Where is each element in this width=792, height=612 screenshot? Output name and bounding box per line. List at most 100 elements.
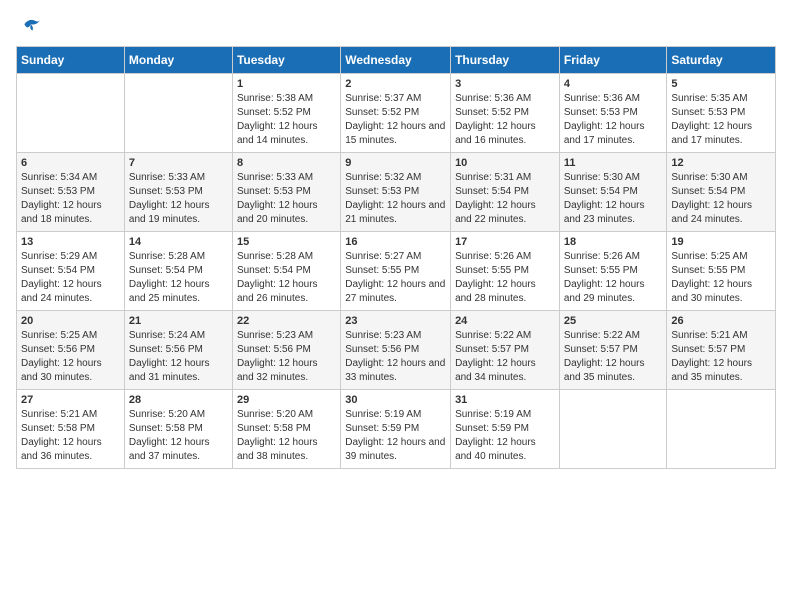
calendar-cell: 29 Sunrise: 5:20 AMSunset: 5:58 PMDayligh…: [232, 390, 340, 469]
calendar-cell: 8 Sunrise: 5:33 AMSunset: 5:53 PMDaylight…: [232, 153, 340, 232]
day-number: 22: [237, 315, 336, 327]
calendar-cell: 19Sunrise: 5:25 AMSunset: 5:55 PMDayligh…: [667, 232, 776, 311]
day-number: 27: [21, 394, 120, 406]
day-number: 3: [455, 78, 555, 90]
calendar-cell: 10 Sunrise: 5:31 AMSunset: 5:54 PMDayligh…: [451, 153, 560, 232]
day-number: 21: [129, 315, 228, 327]
day-number: 29: [237, 394, 336, 406]
day-number: 13: [21, 236, 120, 248]
day-info: Sunrise: 5:33 AMSunset: 5:53 PMDaylight:…: [237, 171, 336, 227]
calendar-cell: 27 Sunrise: 5:21 AMSunset: 5:58 PMDayligh…: [17, 390, 125, 469]
day-of-week-header: Saturday: [667, 47, 776, 74]
day-info: Sunrise: 5:19 AMSunset: 5:59 PMDaylight:…: [455, 408, 555, 464]
calendar-week-row: 1 Sunrise: 5:38 AMSunset: 5:52 PMDaylight…: [17, 74, 776, 153]
calendar-cell: 22 Sunrise: 5:23 AMSunset: 5:56 PMDayligh…: [232, 311, 340, 390]
day-number: 2: [345, 78, 446, 90]
calendar-cell: 4 Sunrise: 5:36 AMSunset: 5:53 PMDaylight…: [559, 74, 667, 153]
day-number: 15: [237, 236, 336, 248]
day-number: 16: [345, 236, 446, 248]
calendar-cell: 13 Sunrise: 5:29 AMSunset: 5:54 PMDayligh…: [17, 232, 125, 311]
calendar-cell: 14 Sunrise: 5:28 AMSunset: 5:54 PMDayligh…: [124, 232, 232, 311]
calendar-week-row: 13 Sunrise: 5:29 AMSunset: 5:54 PMDayligh…: [17, 232, 776, 311]
day-number: 10: [455, 157, 555, 169]
calendar-cell: 23 Sunrise: 5:23 AMSunset: 5:56 PMDayligh…: [341, 311, 451, 390]
day-info: Sunrise: 5:30 AMSunset: 5:54 PMDaylight:…: [564, 171, 663, 227]
day-number: 5: [671, 78, 771, 90]
day-of-week-header: Wednesday: [341, 47, 451, 74]
calendar-cell: 15 Sunrise: 5:28 AMSunset: 5:54 PMDayligh…: [232, 232, 340, 311]
day-info: Sunrise: 5:29 AMSunset: 5:54 PMDaylight:…: [21, 250, 120, 306]
day-info: Sunrise: 5:26 AMSunset: 5:55 PMDaylight:…: [455, 250, 555, 306]
day-of-week-header: Friday: [559, 47, 667, 74]
day-number: 30: [345, 394, 446, 406]
day-info: Sunrise: 5:20 AMSunset: 5:58 PMDaylight:…: [237, 408, 336, 464]
day-info: Sunrise: 5:20 AMSunset: 5:58 PMDaylight:…: [129, 408, 228, 464]
calendar-cell: 2Sunrise: 5:37 AMSunset: 5:52 PMDaylight…: [341, 74, 451, 153]
calendar-cell: 3 Sunrise: 5:36 AMSunset: 5:52 PMDaylight…: [451, 74, 560, 153]
day-of-week-header: Sunday: [17, 47, 125, 74]
day-info: Sunrise: 5:24 AMSunset: 5:56 PMDaylight:…: [129, 329, 228, 385]
calendar-cell: 28 Sunrise: 5:20 AMSunset: 5:58 PMDayligh…: [124, 390, 232, 469]
day-number: 18: [564, 236, 663, 248]
day-of-week-header: Monday: [124, 47, 232, 74]
calendar-table: SundayMondayTuesdayWednesdayThursdayFrid…: [16, 46, 776, 469]
day-number: 25: [564, 315, 663, 327]
day-number: 4: [564, 78, 663, 90]
calendar-cell: 30 Sunrise: 5:19 AMSunset: 5:59 PMDayligh…: [341, 390, 451, 469]
day-info: Sunrise: 5:23 AMSunset: 5:56 PMDaylight:…: [345, 329, 446, 385]
calendar-cell: 12 Sunrise: 5:30 AMSunset: 5:54 PMDayligh…: [667, 153, 776, 232]
day-info: Sunrise: 5:26 AMSunset: 5:55 PMDaylight:…: [564, 250, 663, 306]
day-info: Sunrise: 5:22 AMSunset: 5:57 PMDaylight:…: [564, 329, 663, 385]
day-info: Sunrise: 5:28 AMSunset: 5:54 PMDaylight:…: [129, 250, 228, 306]
day-number: 9: [345, 157, 446, 169]
day-info: Sunrise: 5:38 AMSunset: 5:52 PMDaylight:…: [237, 92, 336, 148]
day-number: 23: [345, 315, 446, 327]
calendar-cell: 7Sunrise: 5:33 AMSunset: 5:53 PMDaylight…: [124, 153, 232, 232]
calendar-cell: 11 Sunrise: 5:30 AMSunset: 5:54 PMDayligh…: [559, 153, 667, 232]
calendar-week-row: 20Sunrise: 5:25 AMSunset: 5:56 PMDayligh…: [17, 311, 776, 390]
page-header: [16, 16, 776, 34]
day-number: 28: [129, 394, 228, 406]
day-info: Sunrise: 5:36 AMSunset: 5:53 PMDaylight:…: [564, 92, 663, 148]
calendar-cell: 24 Sunrise: 5:22 AMSunset: 5:57 PMDayligh…: [451, 311, 560, 390]
calendar-cell: 6Sunrise: 5:34 AMSunset: 5:53 PMDaylight…: [17, 153, 125, 232]
calendar-cell: 26 Sunrise: 5:21 AMSunset: 5:57 PMDayligh…: [667, 311, 776, 390]
day-number: 17: [455, 236, 555, 248]
day-info: Sunrise: 5:27 AMSunset: 5:55 PMDaylight:…: [345, 250, 446, 306]
logo: [16, 16, 42, 34]
calendar-cell: [667, 390, 776, 469]
day-info: Sunrise: 5:19 AMSunset: 5:59 PMDaylight:…: [345, 408, 446, 464]
calendar-cell: 25 Sunrise: 5:22 AMSunset: 5:57 PMDayligh…: [559, 311, 667, 390]
day-info: Sunrise: 5:21 AMSunset: 5:57 PMDaylight:…: [671, 329, 771, 385]
calendar-cell: [124, 74, 232, 153]
day-number: 12: [671, 157, 771, 169]
calendar-cell: [559, 390, 667, 469]
day-number: 8: [237, 157, 336, 169]
calendar-week-row: 6Sunrise: 5:34 AMSunset: 5:53 PMDaylight…: [17, 153, 776, 232]
day-info: Sunrise: 5:21 AMSunset: 5:58 PMDaylight:…: [21, 408, 120, 464]
calendar-header-row: SundayMondayTuesdayWednesdayThursdayFrid…: [17, 47, 776, 74]
calendar-cell: 21 Sunrise: 5:24 AMSunset: 5:56 PMDayligh…: [124, 311, 232, 390]
day-info: Sunrise: 5:22 AMSunset: 5:57 PMDaylight:…: [455, 329, 555, 385]
calendar-cell: 5Sunrise: 5:35 AMSunset: 5:53 PMDaylight…: [667, 74, 776, 153]
calendar-cell: 31Sunrise: 5:19 AMSunset: 5:59 PMDayligh…: [451, 390, 560, 469]
day-number: 14: [129, 236, 228, 248]
day-number: 26: [671, 315, 771, 327]
calendar-cell: 17 Sunrise: 5:26 AMSunset: 5:55 PMDayligh…: [451, 232, 560, 311]
calendar-cell: 18 Sunrise: 5:26 AMSunset: 5:55 PMDayligh…: [559, 232, 667, 311]
day-info: Sunrise: 5:23 AMSunset: 5:56 PMDaylight:…: [237, 329, 336, 385]
day-of-week-header: Tuesday: [232, 47, 340, 74]
day-info: Sunrise: 5:33 AMSunset: 5:53 PMDaylight:…: [129, 171, 228, 227]
day-number: 1: [237, 78, 336, 90]
day-info: Sunrise: 5:31 AMSunset: 5:54 PMDaylight:…: [455, 171, 555, 227]
calendar-cell: 1 Sunrise: 5:38 AMSunset: 5:52 PMDaylight…: [232, 74, 340, 153]
day-number: 20: [21, 315, 120, 327]
day-number: 11: [564, 157, 663, 169]
day-info: Sunrise: 5:30 AMSunset: 5:54 PMDaylight:…: [671, 171, 771, 227]
day-info: Sunrise: 5:36 AMSunset: 5:52 PMDaylight:…: [455, 92, 555, 148]
day-number: 19: [671, 236, 771, 248]
calendar-week-row: 27 Sunrise: 5:21 AMSunset: 5:58 PMDayligh…: [17, 390, 776, 469]
day-info: Sunrise: 5:28 AMSunset: 5:54 PMDaylight:…: [237, 250, 336, 306]
day-number: 24: [455, 315, 555, 327]
day-info: Sunrise: 5:34 AMSunset: 5:53 PMDaylight:…: [21, 171, 120, 227]
